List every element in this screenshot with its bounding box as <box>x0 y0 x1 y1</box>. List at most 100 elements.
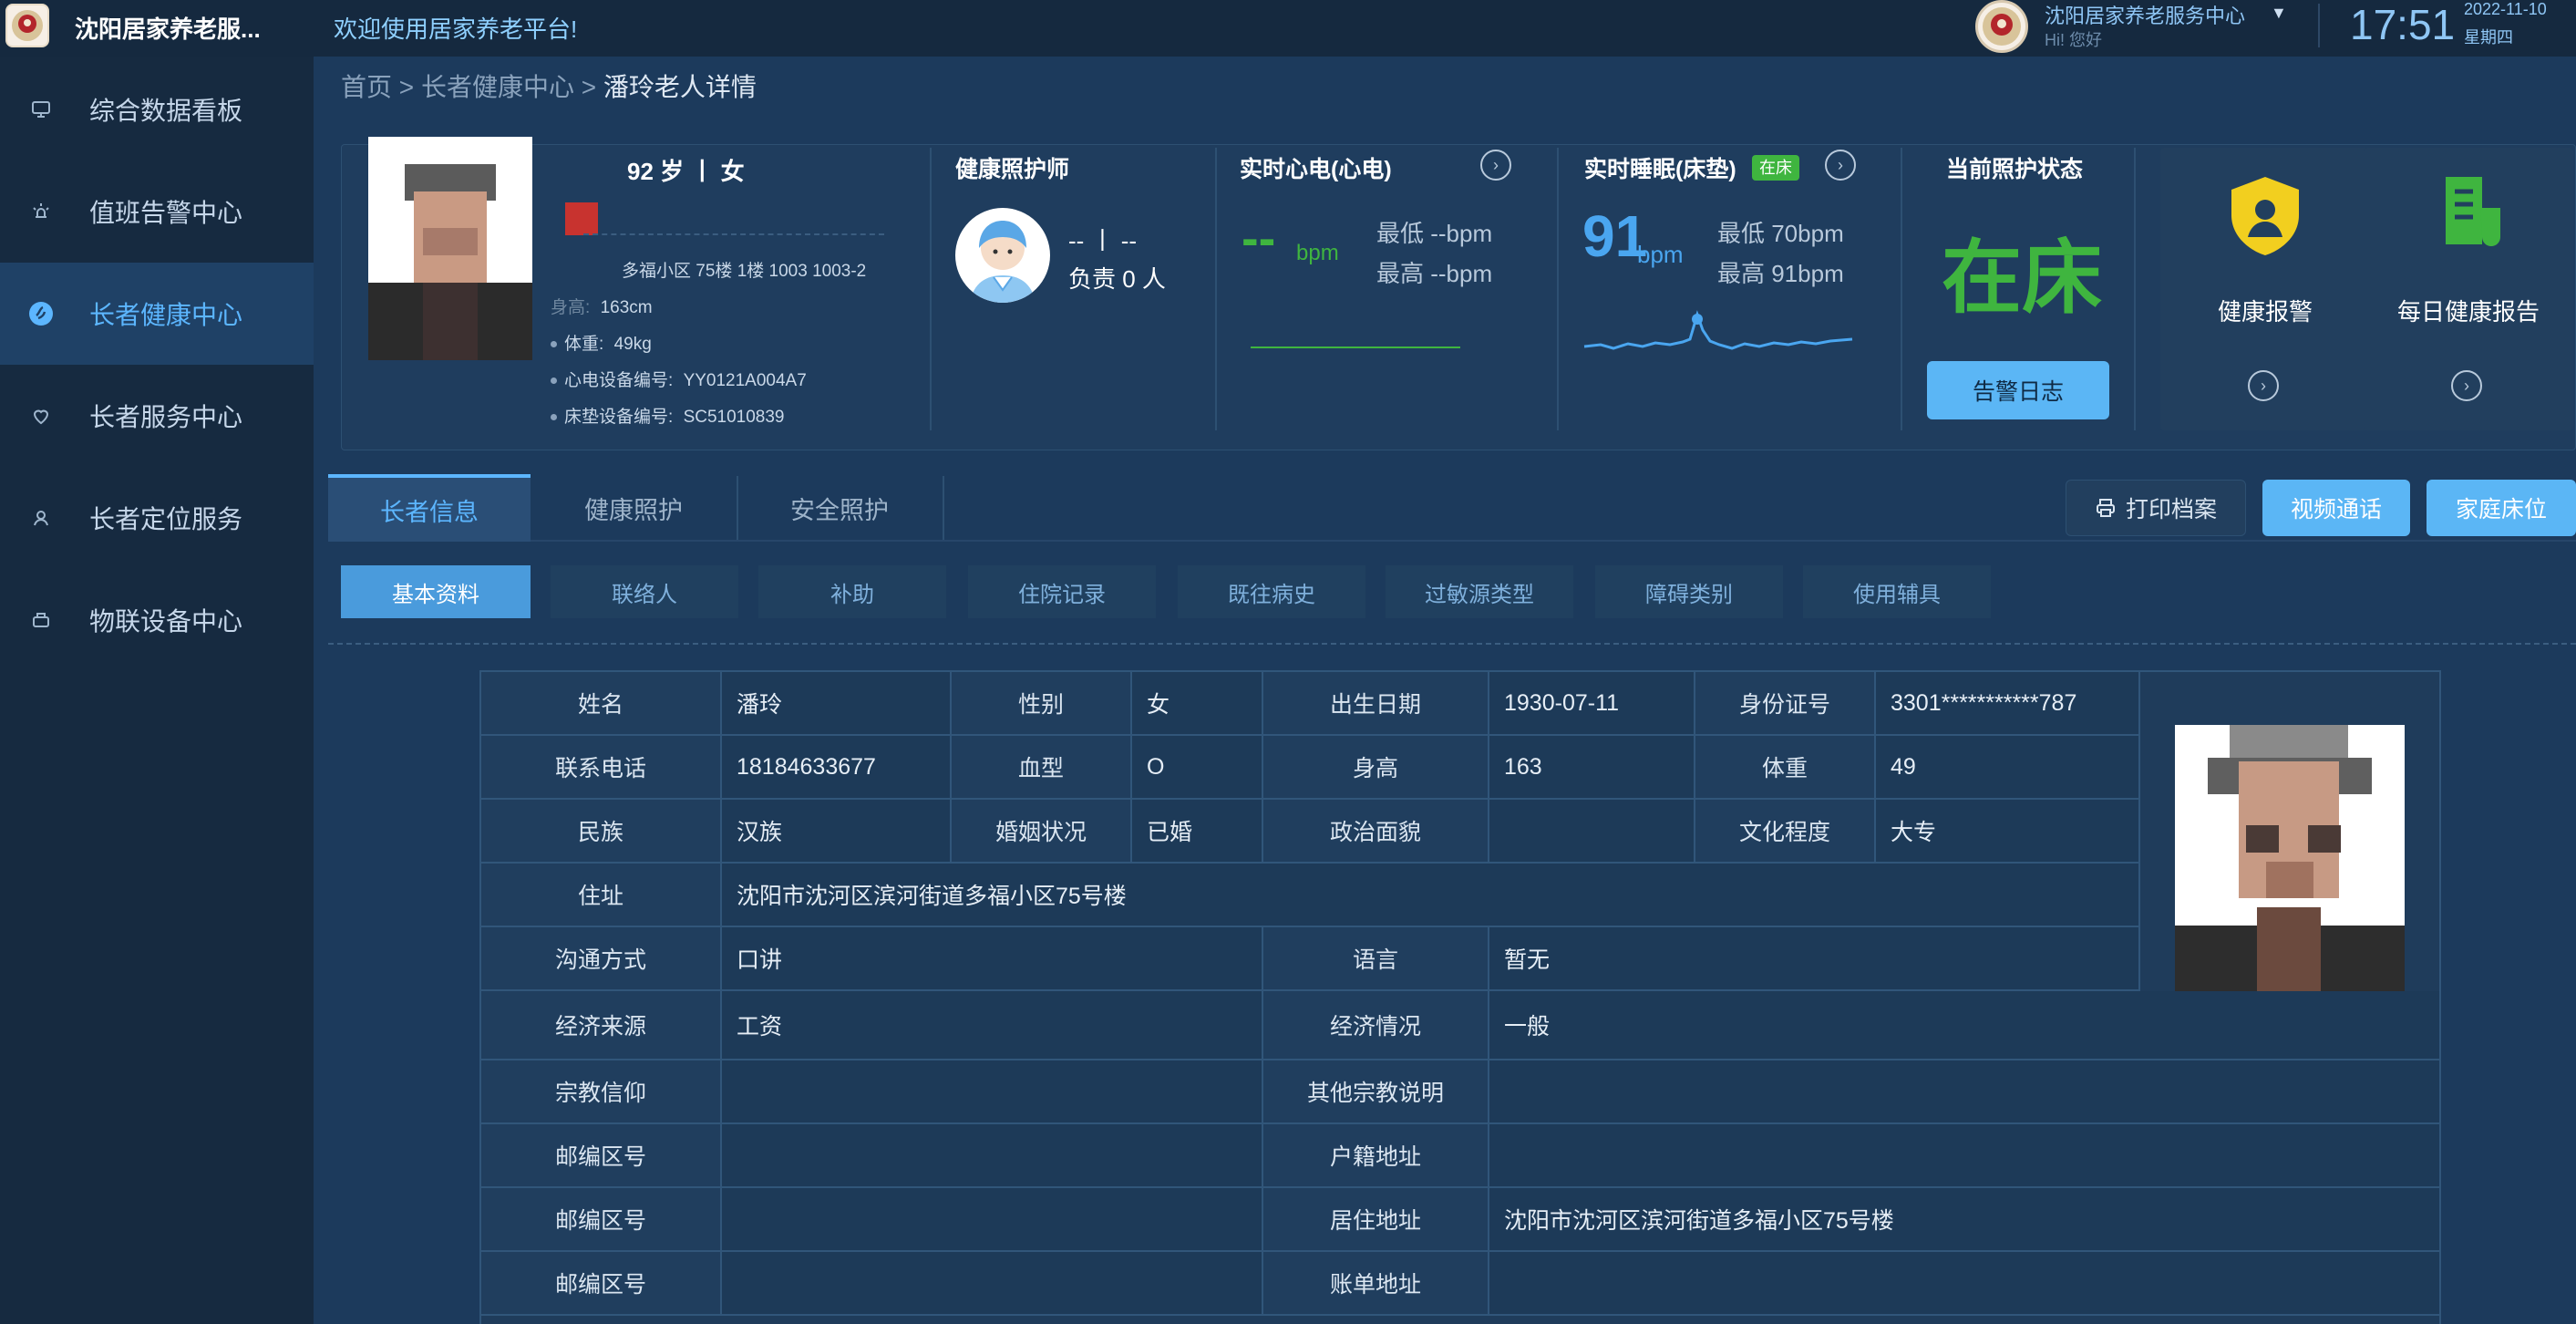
divider <box>583 233 884 235</box>
subtab-subsidy[interactable]: 补助 <box>758 565 946 618</box>
date-text: 2022-11-10 <box>2464 0 2547 18</box>
table-value: 3301***********787 <box>1876 672 2140 736</box>
table-label: 血型 <box>952 736 1132 800</box>
caregiver-count: 负责 0 人 <box>1068 265 1166 293</box>
breadcrumb-section[interactable]: 长者健康中心 <box>421 73 574 101</box>
sidebar-item-alarm[interactable]: 值班告警中心 <box>0 160 314 263</box>
table-label: 出生日期 <box>1263 672 1489 736</box>
print-archive-button[interactable]: 打印档案 <box>2066 480 2246 536</box>
daily-report-tile[interactable]: 每日健康报告 › <box>2364 148 2573 430</box>
shield-user-icon <box>2231 177 2299 255</box>
sidebar-item-device[interactable]: 物联设备中心 <box>0 569 314 671</box>
sidebar-item-label: 长者健康中心 <box>89 301 243 329</box>
subtab-contacts[interactable]: 联络人 <box>551 565 738 618</box>
subtab-allergens[interactable]: 过敏源类型 <box>1386 565 1573 618</box>
status-badge: 在床 <box>1752 155 1799 181</box>
alarm-icon <box>27 198 55 225</box>
table-value: 口讲 <box>722 927 1263 991</box>
tab-elder-info[interactable]: 长者信息 <box>328 474 531 542</box>
subtab-assistive-devices[interactable]: 使用辅具 <box>1803 565 1991 618</box>
table-label: 政治面貌 <box>1263 800 1489 864</box>
basic-info-table: 姓名 潘玲 性别 女 出生日期 1930-07-11 身份证号 3301****… <box>479 670 2441 1324</box>
caregiver-avatar <box>955 208 1050 303</box>
tab-health-care[interactable]: 健康照护 <box>532 474 735 542</box>
table-label: 性别 <box>952 672 1132 736</box>
breadcrumb-current: 潘玲老人详情 <box>603 73 757 101</box>
chevron-right-icon[interactable]: › <box>2451 370 2482 401</box>
divider <box>930 148 932 430</box>
breadcrumb-home[interactable]: 首页 <box>341 73 392 101</box>
monitor-icon <box>27 96 55 123</box>
table-value <box>1489 1060 2439 1124</box>
subtab-basic-info[interactable]: 基本资料 <box>341 565 531 618</box>
report-icon <box>2446 177 2500 246</box>
table-value <box>722 1124 1263 1188</box>
weight-row: 体重: 49kg <box>551 330 652 355</box>
heart-min: 最低 --bpm <box>1376 220 1493 247</box>
address-short: 多福小区 75楼 1楼 1003 1003-2 <box>622 262 867 281</box>
divider <box>2318 4 2320 47</box>
health-alert-label: 健康报警 <box>2217 298 2313 326</box>
breadcrumb-separator: > <box>581 73 597 101</box>
sidebar-item-dashboard[interactable]: 综合数据看板 <box>0 58 314 160</box>
table-label: 经济情况 <box>1263 991 1489 1060</box>
chevron-right-icon[interactable]: › <box>2248 370 2279 401</box>
table-value: 已婚 <box>1132 800 1263 864</box>
table-value <box>1489 1252 2439 1316</box>
sidebar-item-service[interactable]: 长者服务中心 <box>0 365 314 467</box>
table-label: 婚姻状况 <box>952 800 1132 864</box>
sleep-max: 最高 91bpm <box>1717 260 1844 287</box>
table-value: 沈阳市沈河区滨河街道多福小区75号楼 <box>1489 1188 2439 1252</box>
table-label: 体重 <box>1695 736 1876 800</box>
table-label: 户籍地址 <box>1263 1124 1489 1188</box>
table-label: 居住地址 <box>1263 1188 1489 1252</box>
subtab-disability[interactable]: 障碍类别 <box>1595 565 1783 618</box>
table-value <box>1489 1124 2439 1188</box>
subtab-medical-history[interactable]: 既往病史 <box>1178 565 1365 618</box>
table-label: 民族 <box>481 800 722 864</box>
table-value <box>722 1252 1263 1316</box>
daily-report-label: 每日健康报告 <box>2396 298 2540 326</box>
health-icon <box>27 300 55 327</box>
sidebar-item-label: 长者定位服务 <box>89 505 243 533</box>
org-name[interactable]: 沈阳居家养老服务中心 <box>2045 0 2245 29</box>
table-value: 工资 <box>722 991 1263 1060</box>
table-label: 其他宗教说明 <box>1263 1060 1489 1124</box>
status-marker <box>565 202 598 235</box>
logo <box>5 4 49 47</box>
avatar[interactable] <box>1975 0 2028 53</box>
mattress-device-row: 床垫设备编号: SC51010839 <box>551 403 785 428</box>
elder-photo-thumbnail <box>368 137 532 360</box>
table-value: 大专 <box>1876 800 2140 864</box>
divider <box>1557 148 1559 430</box>
heart-rate-unit: bpm <box>1296 241 1339 265</box>
table-value: O <box>1132 736 1263 800</box>
device-icon <box>27 606 55 634</box>
sleep-rate-unit: bpm <box>1637 241 1684 268</box>
sidebar-item-label: 长者服务中心 <box>89 403 243 431</box>
app-title: 沈阳居家养老服... <box>75 16 261 43</box>
caregiver-title: 健康照护师 <box>955 157 1070 182</box>
chevron-right-icon[interactable]: › <box>1480 150 1511 181</box>
health-alert-tile[interactable]: 健康报警 › <box>2160 148 2370 430</box>
table-value: 暂无 <box>1489 927 2140 991</box>
alert-log-button[interactable]: 告警日志 <box>1927 361 2109 419</box>
chevron-right-icon[interactable]: › <box>1825 150 1856 181</box>
subtab-hospitalization[interactable]: 住院记录 <box>968 565 1156 618</box>
table-value: 潘玲 <box>722 672 952 736</box>
table-label: 联系电话 <box>481 736 722 800</box>
sidebar-item-label: 值班告警中心 <box>89 199 243 227</box>
ecg-waveform <box>1251 347 1460 348</box>
sidebar-item-health[interactable]: 长者健康中心 <box>0 263 314 365</box>
sidebar-item-location[interactable]: 长者定位服务 <box>0 467 314 569</box>
sleep-waveform <box>1583 310 1853 350</box>
service-icon <box>27 402 55 429</box>
tab-safety-care[interactable]: 安全照护 <box>738 474 941 542</box>
family-bed-button[interactable]: 家庭床位 <box>2427 480 2576 536</box>
sleep-min: 最低 70bpm <box>1717 220 1844 247</box>
chevron-down-icon[interactable]: ▼ <box>2271 4 2287 23</box>
heart-title: 实时心电(心电) <box>1240 157 1392 182</box>
video-call-button[interactable]: 视频通话 <box>2262 480 2410 536</box>
heart-max: 最高 --bpm <box>1376 260 1493 287</box>
clock: 17:51 <box>2350 1 2456 48</box>
